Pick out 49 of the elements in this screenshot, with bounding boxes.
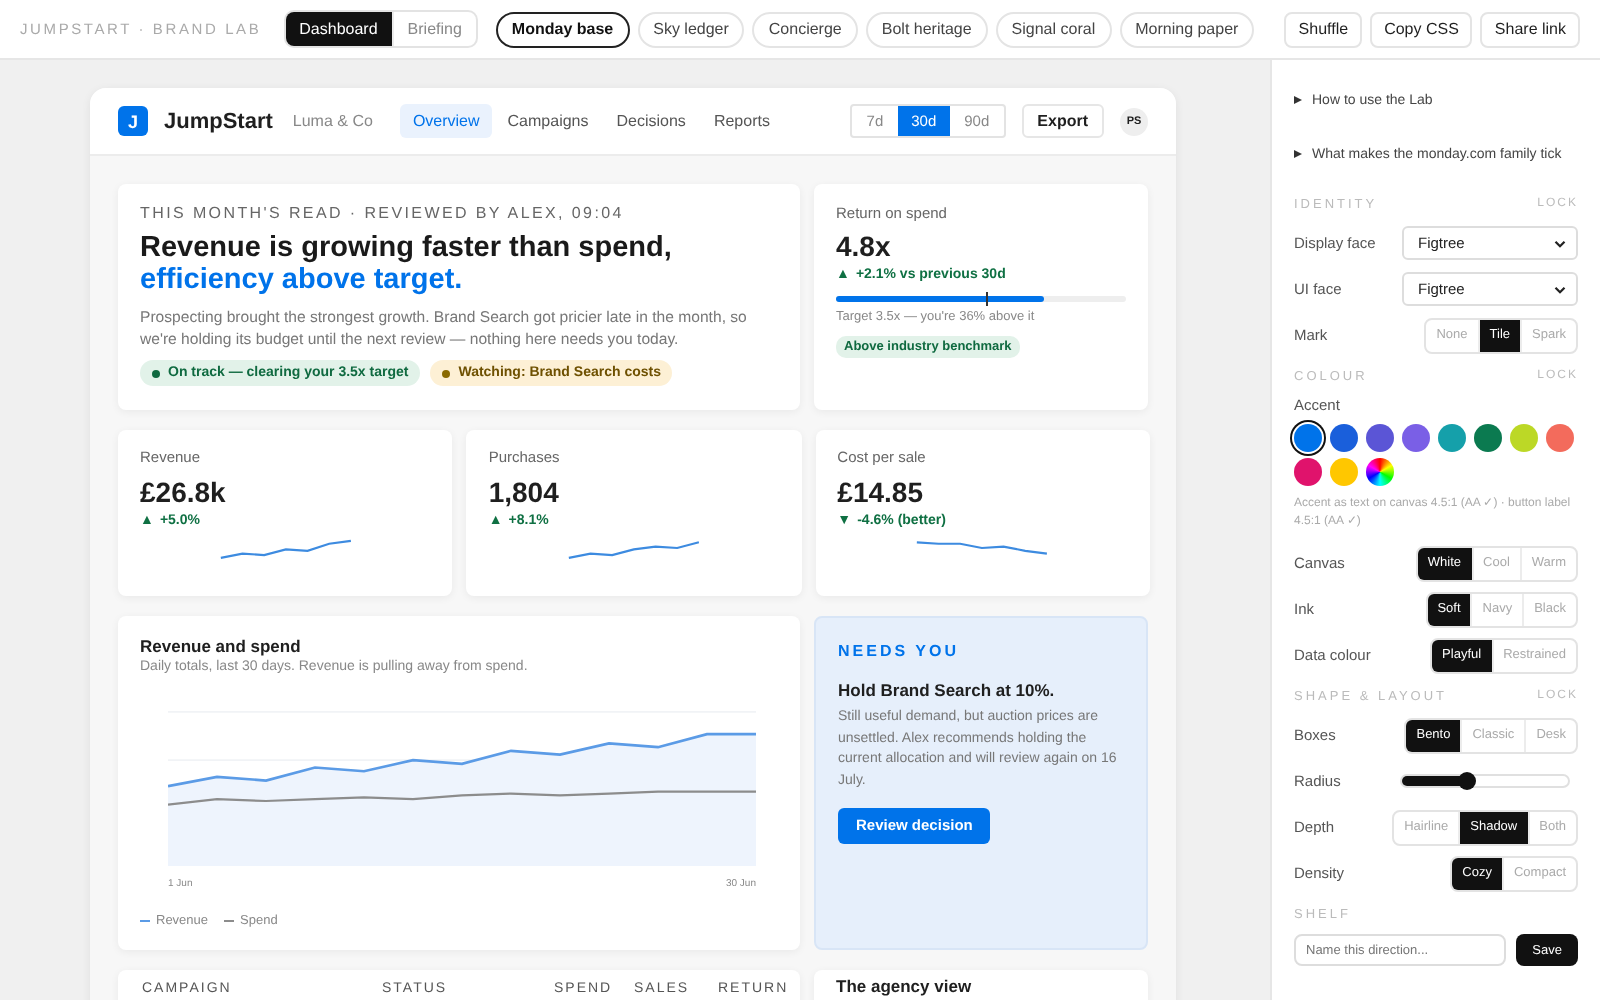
colour-swatch[interactable]	[1510, 424, 1538, 452]
action-button[interactable]: Copy CSS	[1370, 11, 1473, 47]
segment-option[interactable]: Briefing	[391, 12, 476, 46]
sparkline	[219, 539, 351, 559]
nav-tab[interactable]: Overview	[400, 104, 492, 138]
action-button[interactable]: Shuffle	[1284, 11, 1363, 47]
chevron-down-icon	[1554, 239, 1566, 247]
colour-swatch[interactable]	[1474, 424, 1502, 452]
dot-icon	[152, 369, 160, 377]
preset-pill[interactable]: Concierge	[752, 11, 858, 47]
nav-tab[interactable]: Decisions	[604, 104, 698, 138]
segment-option[interactable]: Dashboard	[285, 12, 392, 46]
colour-swatch[interactable]	[1438, 424, 1466, 452]
eyebrow-text: NEEDS YOU	[838, 642, 961, 660]
eyebrow-text: THIS MONTH'S READ · REVIEWED BY ALEX, 09:04	[140, 204, 626, 222]
metric-value: £26.8k	[140, 476, 228, 508]
export-button[interactable]: Export	[1021, 104, 1104, 138]
preset-pill[interactable]: Monday base	[495, 11, 630, 47]
colour-picker[interactable]	[1366, 458, 1394, 486]
colour-swatch[interactable]	[1294, 458, 1322, 486]
colour-swatch[interactable]	[1330, 424, 1358, 452]
colour-swatch[interactable]	[1294, 424, 1322, 452]
radius-slider[interactable]	[1400, 774, 1570, 788]
metric-value: 1,804	[488, 476, 561, 508]
preset-pill[interactable]: Morning paper	[1119, 11, 1255, 47]
chart-title: Revenue and spend	[140, 636, 303, 656]
logo-tile: J	[118, 106, 148, 136]
headline: Revenue is growing faster than spend, efficiency above target.	[140, 232, 674, 296]
nav-tab[interactable]: Reports	[701, 104, 782, 138]
colour-swatch[interactable]	[1546, 424, 1574, 452]
action-button[interactable]: Share link	[1480, 11, 1580, 47]
preset-pill[interactable]: Bolt heritage	[865, 11, 988, 47]
preset-pill[interactable]: Sky ledger	[637, 11, 745, 47]
decision-title: Hold Brand Search at 10%.	[838, 680, 1057, 700]
metric-value: 4.8x	[836, 230, 893, 262]
app-name: JumpStart	[164, 109, 273, 133]
preset-pill[interactable]: Signal coral	[995, 11, 1112, 47]
dot-icon	[442, 369, 451, 377]
chevron-down-icon	[1554, 285, 1566, 293]
card-title: The agency view	[836, 976, 974, 996]
colour-swatch[interactable]	[1402, 424, 1430, 452]
colour-swatch[interactable]	[1330, 458, 1358, 486]
client-name: Luma & Co	[292, 112, 373, 130]
colour-swatch[interactable]	[1366, 424, 1394, 452]
sparkline	[917, 541, 1048, 555]
slider-thumb[interactable]	[1457, 772, 1476, 790]
sparkline	[568, 541, 700, 559]
nav-tab[interactable]: Campaigns	[495, 104, 601, 138]
metric-value: £14.85	[837, 476, 925, 508]
